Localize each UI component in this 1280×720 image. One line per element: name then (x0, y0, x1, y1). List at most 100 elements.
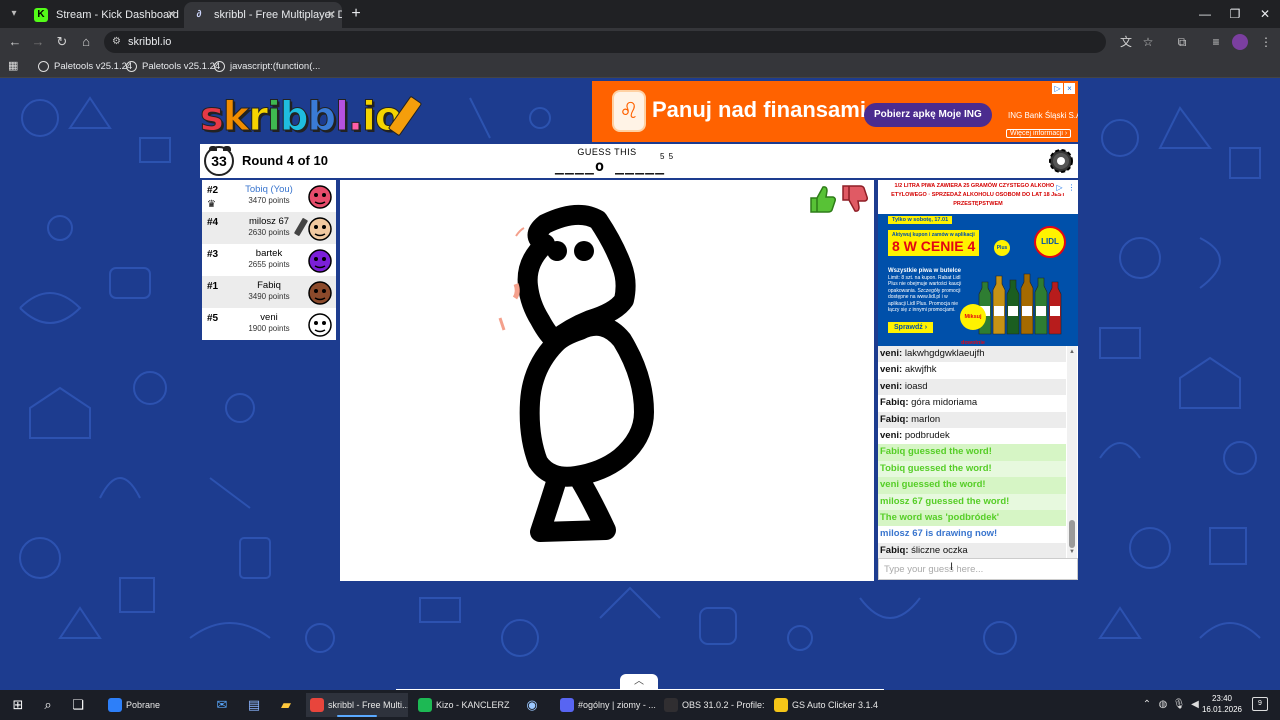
skribbl-favicon-icon: ∂ (196, 9, 202, 20)
ad-promo-main: 8 W CENIE 4 (892, 238, 976, 254)
mail-icon[interactable]: ✉ (212, 695, 232, 715)
player-name: Fabiq (257, 280, 281, 291)
windows-start-icon[interactable]: ⊞ (8, 695, 28, 715)
taskbar-app[interactable]: skribbl - Free Multi... (306, 693, 408, 717)
chat-message: veni guessed the word! (878, 477, 1066, 494)
network-icon[interactable]: ◍ (1156, 698, 1170, 712)
player-rank: #3 (207, 249, 219, 260)
guess-input[interactable] (878, 558, 1078, 580)
chat-log[interactable]: veni: lakwhgdgwklaeujfh veni: akwjfhk veni… (878, 346, 1078, 558)
reading-list-icon[interactable]: ≡ (1206, 32, 1226, 52)
microphone-icon[interactable]: 🎙 (1172, 698, 1186, 712)
task-view-icon[interactable]: ❏ (68, 695, 88, 715)
restore-icon[interactable]: ❐ (1220, 4, 1250, 24)
adchoices-icon[interactable]: ▷ (1054, 182, 1065, 193)
bookmark-paletools-2[interactable]: Paletools v25.1.24 (126, 59, 220, 75)
globe-icon (214, 61, 225, 72)
chat-text: lakwhgdgwklaeujfh (904, 348, 985, 359)
ad-desc-body: Limit: 8 szt. na kupon. Rabat Lidl Plus … (888, 274, 962, 314)
tray-chevron-icon[interactable]: ⌃ (1140, 698, 1154, 712)
player-name: bartek (255, 248, 283, 259)
text-cursor-icon: I (950, 561, 954, 573)
taskbar-app[interactable]: Pobrane (104, 693, 202, 717)
ad-promo: Aktywuj kupon i zamów w aplikacji 8 W CE… (888, 230, 980, 256)
file-explorer-icon[interactable]: ▰ (276, 695, 296, 715)
scroll-up-icon[interactable]: ▲ (1068, 348, 1076, 356)
player-name: veni (260, 312, 278, 323)
close-tab-icon[interactable]: ✕ (167, 2, 176, 28)
back-icon[interactable]: ← (5, 32, 25, 52)
tab-skribbl[interactable]: ∂ skribbl - Free Multiplayer Drawi ✕ (184, 2, 342, 28)
new-tab-icon[interactable]: + (346, 4, 366, 24)
player-row[interactable]: #4 milosz 67 2630 points (202, 212, 336, 244)
globe-icon (126, 61, 137, 72)
apps-grid-icon[interactable]: ▦ (8, 60, 20, 72)
system-clock[interactable]: 23:40 16.01.2026 (1200, 693, 1244, 715)
tab-search-icon[interactable]: ▾ (4, 4, 24, 24)
player-rank: #4 (207, 217, 219, 228)
store-icon[interactable]: ▤ (244, 695, 264, 715)
steam-icon[interactable]: ◉ (522, 695, 542, 715)
ad-banner-lidl[interactable]: 1/2 LITRA PIWA ZAWIERA 25 GRAMÓW CZYSTEG… (878, 180, 1078, 346)
taskbar-app[interactable]: Kizo - KANCLERZ (414, 693, 516, 717)
player-row[interactable]: #5 veni 1900 points (202, 308, 336, 340)
chat-message: Fabiq guessed the word! (878, 444, 1066, 461)
bookmark-paletools-1[interactable]: Paletools v25.1.24 (38, 59, 132, 75)
scroll-down-icon[interactable]: ▼ (1068, 548, 1076, 556)
chat-text: Tobiq guessed the word! (880, 462, 992, 474)
ad-cta-button[interactable]: Pobierz apkę Moje ING (864, 103, 992, 127)
bookmark-javascript[interactable]: javascript:(function(... (214, 59, 320, 75)
minimize-icon[interactable]: — (1190, 4, 1220, 24)
lidl-logo-icon: LIDL (1034, 226, 1066, 258)
close-tab-icon[interactable]: ✕ (327, 2, 336, 28)
thumbs-down-icon[interactable] (840, 184, 868, 214)
extensions-icon[interactable]: ⧉ (1172, 32, 1192, 52)
chat-text: milosz 67 guessed the word! (880, 495, 1010, 507)
logo-letter: l (335, 94, 350, 141)
chat-message: milosz 67 guessed the word! (878, 493, 1066, 510)
search-icon[interactable]: ⌕ (38, 695, 58, 715)
player-row[interactable]: #3 bartek 2655 points (202, 244, 336, 276)
forward-icon[interactable]: → (28, 32, 48, 52)
ad-sponsor: ING Bank Śląski S.A. (1008, 111, 1078, 120)
player-points: 3490 points (248, 292, 290, 301)
chat-message: The word was 'podbródek' (878, 510, 1066, 527)
address-bar[interactable]: ⚙ skribbl.io (104, 31, 1106, 53)
chat-text: akwjfhk (904, 364, 937, 376)
chat-scroll-thumb[interactable] (1069, 520, 1075, 548)
home-icon[interactable]: ⌂ (76, 32, 96, 52)
ad-more-info-button[interactable]: Więcej informacji › (1006, 129, 1072, 138)
close-window-icon[interactable]: ✕ (1250, 4, 1280, 24)
ad-close-icon[interactable]: ⋮ (1066, 182, 1077, 193)
ad-banner-ing[interactable]: ♌ Panuj nad finansami Pobierz apkę Moje … (592, 81, 1078, 142)
player-row[interactable]: #1 Fabiq 3490 points (202, 276, 336, 308)
thumbs-up-icon[interactable] (808, 184, 836, 214)
logo-letter: b (279, 94, 309, 141)
notifications-icon[interactable]: 9 (1252, 697, 1268, 711)
chat-scrollbar[interactable]: ▲ ▼ (1067, 346, 1077, 558)
taskbar-app[interactable]: #ogólny | ziomy - ... (556, 693, 656, 717)
adchoices-icon[interactable]: ▷ (1052, 83, 1063, 94)
tab-kick-dashboard[interactable]: K Stream - Kick Dashboard ✕ (26, 2, 182, 28)
settings-gear-icon[interactable] (1046, 146, 1076, 176)
ad-close-icon[interactable]: × (1064, 83, 1075, 94)
profile-avatar-icon[interactable] (1232, 34, 1248, 50)
taskbar-app[interactable]: GS Auto Clicker 3.1.4 (770, 693, 882, 717)
chat-text: góra midoriama (911, 397, 978, 409)
browser-menu-icon[interactable]: ⋮ (1256, 32, 1276, 52)
player-row[interactable]: #2 ♛ Tobiq (You) 3470 points (202, 180, 336, 212)
ad-check-button[interactable]: Sprawdź › (888, 322, 934, 333)
logo-letter: k (222, 94, 250, 141)
drawing-canvas[interactable] (340, 180, 874, 581)
logo-letter: r (248, 94, 269, 141)
taskbar-app[interactable]: OBS 31.0.2 - Profile:... (660, 693, 764, 717)
chat-author: veni: (880, 364, 903, 376)
bookmark-star-icon[interactable]: ☆ (1138, 32, 1158, 52)
chat-message: veni: lakwhgdgwklaeujfh (878, 346, 1066, 363)
reload-icon[interactable]: ↻ (52, 32, 72, 52)
player-avatar-icon (308, 249, 332, 273)
site-info-icon[interactable]: ⚙ (112, 31, 121, 53)
translate-icon[interactable]: 文 (1116, 32, 1136, 52)
expand-up-icon[interactable]: ︿ (620, 674, 658, 690)
player-avatar-icon (308, 217, 332, 241)
